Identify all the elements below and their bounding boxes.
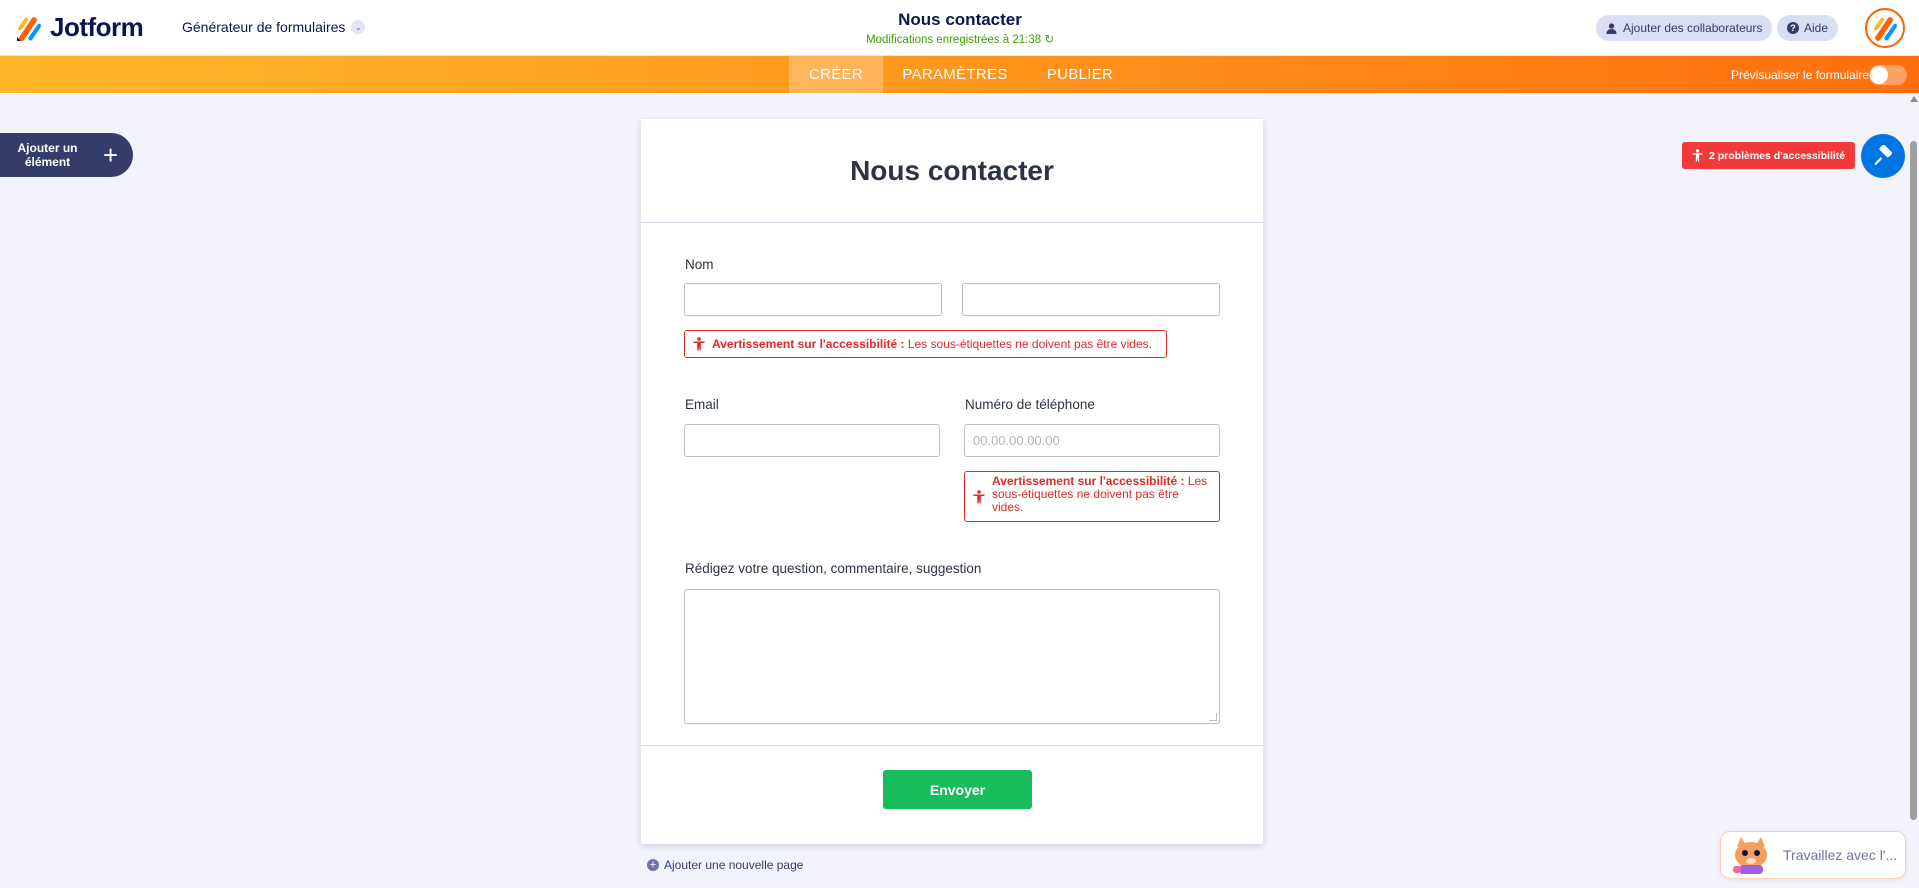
preview-form-label: Prévisualiser le formulaire [1731,68,1870,82]
accessibility-badge-label: 2 problèmes d'accessibilité [1709,149,1846,162]
add-element-label: Ajouter un élément [17,141,78,169]
name-warning-text: Les sous-étiquettes ne doivent pas être … [904,337,1152,351]
form-title-block: Nous contacter Modifications enregistrée… [760,10,1160,46]
phone-label[interactable]: Numéro de téléphone [965,397,1095,412]
help-icon: ? [1787,22,1799,34]
saved-status: Modifications enregistrées à 21:38 ↻ [760,32,1160,46]
top-header: Jotform Générateur de formulaires ⌄ Nous… [0,0,1919,56]
email-label[interactable]: Email [685,397,719,412]
brand-name: Jotform [50,12,144,42]
tab-parametres[interactable]: PARAMÈTRES [895,56,1015,93]
form-header[interactable]: Nous contacter [641,119,1263,223]
email-input[interactable] [684,424,940,457]
scrollbar-thumb[interactable] [1910,141,1917,820]
add-element-button[interactable]: Ajouter un élément + [0,133,133,177]
ai-agent-chip[interactable]: Travaillez avec l'... [1720,831,1906,879]
user-icon [1606,22,1617,34]
first-name-input[interactable] [684,283,942,316]
jotform-logo[interactable]: Jotform [16,12,144,43]
tab-creer[interactable]: CRÉER [789,56,883,93]
help-button[interactable]: ? Aide [1777,15,1839,41]
add-collaborators-button[interactable]: Ajouter des collaborateurs [1596,15,1773,41]
divider [641,745,1263,746]
add-new-page-button[interactable]: + Ajouter une nouvelle page [647,858,803,872]
name-warning-message: Avertissement sur l'accessibilité : Les … [712,337,1152,351]
name-label[interactable]: Nom [685,257,714,272]
add-new-page-label: Ajouter une nouvelle page [664,858,804,872]
builder-menu-label: Générateur de formulaires [182,19,346,35]
help-label: Aide [1804,21,1829,35]
submit-button[interactable]: Envoyer [883,770,1032,809]
name-warning-title: Avertissement sur l'accessibilité : [712,337,905,351]
toggle-knob [1870,66,1888,84]
phone-accessibility-warning[interactable]: Avertissement sur l'accessibilité : Les … [964,471,1220,522]
phone-warning-title: Avertissement sur l'accessibilité : [992,474,1185,488]
avatar-logo-icon [1874,17,1897,41]
accessibility-icon [1692,149,1703,162]
chevron-down-icon: ⌄ [351,20,366,34]
accessibility-issues-badge[interactable]: 2 problèmes d'accessibilité [1682,142,1856,169]
last-name-input[interactable] [962,283,1220,316]
jotform-logo-icon [16,14,42,42]
tab-publier[interactable]: PUBLIER [1038,56,1122,93]
builder-nav: CRÉER PARAMÈTRES PUBLIER [0,56,1919,93]
question-textarea[interactable] [684,589,1220,724]
refresh-icon: ↻ [1044,34,1054,46]
phone-input[interactable] [964,424,1220,457]
add-collaborators-label: Ajouter des collaborateurs [1623,21,1763,35]
paint-roller-icon [1874,145,1892,165]
question-label[interactable]: Rédigez votre question, commentaire, sug… [685,561,981,576]
phone-warning-message: Avertissement sur l'accessibilité : Les … [992,475,1211,514]
avatar[interactable] [1865,8,1905,48]
form-card: Nous contacter Nom Avertissement sur l'a… [641,119,1263,844]
plus-circle-icon: + [647,859,659,871]
preview-form-toggle[interactable] [1869,65,1907,85]
form-designer-button[interactable] [1861,134,1905,178]
resize-handle-icon[interactable] [1209,713,1217,721]
ai-agent-avatar-icon [1733,837,1767,874]
form-heading[interactable]: Nous contacter [850,155,1054,187]
scroll-up-arrow-icon[interactable] [1910,96,1918,102]
builder-menu[interactable]: Générateur de formulaires ⌄ [182,19,366,35]
saved-status-text: Modifications enregistrées à 21:38 [866,34,1042,46]
ai-agent-label: Travaillez avec l'... [1783,847,1898,863]
name-accessibility-warning[interactable]: Avertissement sur l'accessibilité : Les … [684,330,1167,358]
accessibility-icon [693,337,705,351]
form-title[interactable]: Nous contacter [760,10,1160,30]
accessibility-icon [973,490,985,504]
plus-icon: + [103,140,119,170]
